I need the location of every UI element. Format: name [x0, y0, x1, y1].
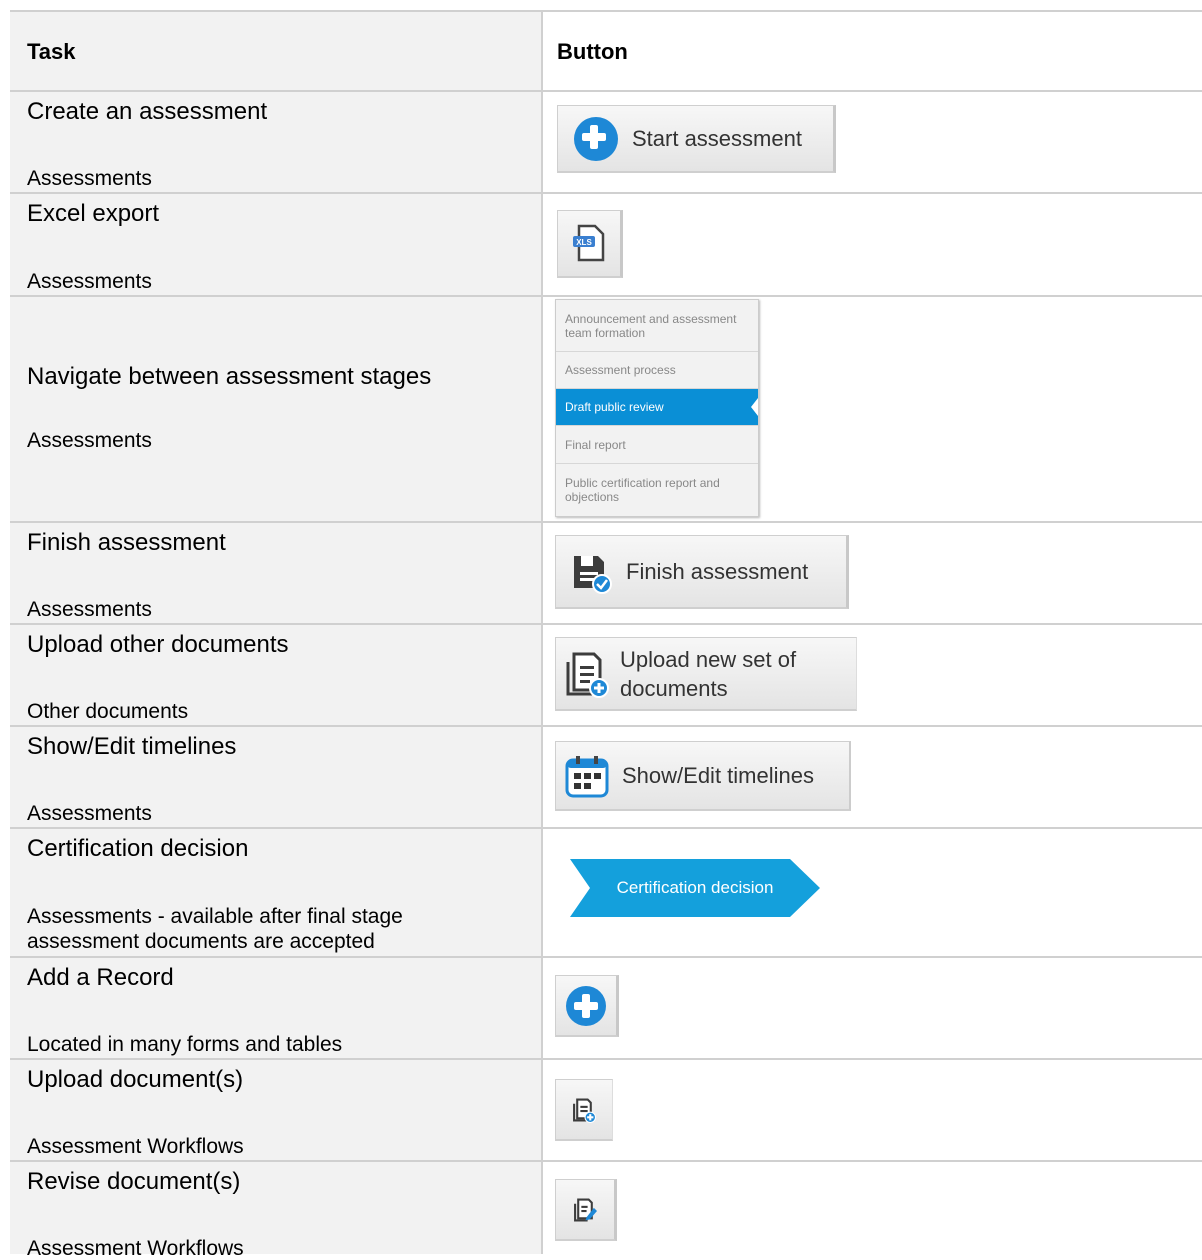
header-button: Button: [557, 39, 628, 64]
task-title: Upload document(s): [27, 1066, 244, 1093]
task-location: Assessments: [27, 802, 152, 825]
header-button-cell: Button: [542, 11, 1202, 91]
upload-new-set-label: Upload new set of documents: [620, 645, 796, 703]
table-row: Excel export Assessments XLS: [10, 193, 1202, 296]
task-location: Assessments: [27, 429, 152, 452]
certification-decision-button[interactable]: Certification decision: [570, 859, 820, 917]
save-check-icon: [574, 555, 612, 594]
task-title: Finish assessment: [27, 529, 226, 556]
task-location: Assessments - available after final stag…: [10, 904, 403, 954]
table-row: Show/Edit timelines Assessments Show/Edi…: [10, 726, 1202, 828]
table-row: Certification decision Assessments - ava…: [10, 828, 1202, 957]
task-title: Certification decision: [27, 835, 249, 862]
table-row: Revise document(s) Assessment Workflows: [10, 1161, 1202, 1260]
stage-navigation: Announcement and assessment team formati…: [555, 299, 759, 517]
table-row: Navigate between assessment stages Asses…: [10, 296, 1202, 522]
upload-label-line2: documents: [620, 675, 728, 701]
calendar-icon: [565, 755, 609, 797]
upload-new-set-button[interactable]: Upload new set of documents: [555, 637, 857, 711]
finish-assessment-label: Finish assessment: [626, 558, 809, 584]
task-title: Navigate between assessment stages: [27, 363, 432, 390]
plus-circle-icon: [566, 985, 606, 1026]
start-assessment-button[interactable]: Start assessment: [557, 105, 836, 173]
upload-document-button[interactable]: [555, 1079, 613, 1141]
start-assessment-label: Start assessment: [632, 125, 802, 151]
task-location: Located in many forms and tables: [27, 1033, 343, 1056]
add-record-button[interactable]: [555, 975, 619, 1037]
document-add-icon: [566, 652, 609, 698]
task-location: Assessment Workflows: [27, 1135, 244, 1158]
stage-item[interactable]: Final report: [556, 426, 758, 464]
task-title: Revise document(s): [27, 1168, 241, 1195]
task-location: Other documents: [27, 700, 189, 723]
upload-label-line1: Upload new set of: [620, 646, 797, 672]
table-header-row: Task Button: [10, 11, 1202, 91]
task-location: Assessments: [27, 167, 152, 190]
finish-assessment-button[interactable]: Finish assessment: [555, 535, 849, 609]
xls-file-icon: XLS: [573, 224, 605, 261]
header-task-cell: Task: [10, 11, 543, 91]
plus-circle-icon: [574, 116, 618, 161]
excel-export-button[interactable]: XLS: [557, 210, 623, 278]
task-location-line1: Assessments - available after final stag…: [27, 905, 403, 928]
task-title: Upload other documents: [27, 631, 289, 658]
show-edit-timelines-button[interactable]: Show/Edit timelines: [555, 741, 851, 811]
stage-item-active[interactable]: Draft public review: [556, 389, 758, 426]
header-task: Task: [27, 39, 76, 64]
revise-document-button[interactable]: [555, 1179, 617, 1241]
task-title: Add a Record: [27, 964, 174, 991]
task-location-line2: assessment documents are accepted: [27, 930, 375, 953]
xls-label: XLS: [576, 238, 592, 247]
stage-item[interactable]: Announcement and assessment team formati…: [556, 300, 758, 352]
table-row: Upload document(s) Assessment Workflows: [10, 1059, 1202, 1161]
help-table: Task Button Create an assessment Assessm…: [10, 10, 1202, 1260]
table-row: Add a Record Located in many forms and t…: [10, 957, 1202, 1059]
table-row: Create an assessment Assessments Start a…: [10, 91, 1202, 193]
document-edit-icon: [574, 1198, 597, 1221]
task-location: Assessment Workflows: [27, 1237, 244, 1260]
task-location: Assessments: [27, 270, 152, 293]
table-row: Finish assessment Assessments Finish ass…: [10, 522, 1202, 624]
task-location: Assessments: [27, 598, 152, 621]
table-row: Upload other documents Other documents U…: [10, 624, 1202, 726]
stage-item[interactable]: Public certification report and objectio…: [556, 464, 758, 516]
task-title: Excel export: [27, 200, 160, 227]
stage-item[interactable]: Assessment process: [556, 352, 758, 389]
show-edit-timelines-label: Show/Edit timelines: [622, 762, 814, 788]
task-title: Show/Edit timelines: [27, 733, 237, 760]
task-title: Create an assessment: [27, 98, 268, 125]
document-add-icon: [573, 1098, 596, 1123]
